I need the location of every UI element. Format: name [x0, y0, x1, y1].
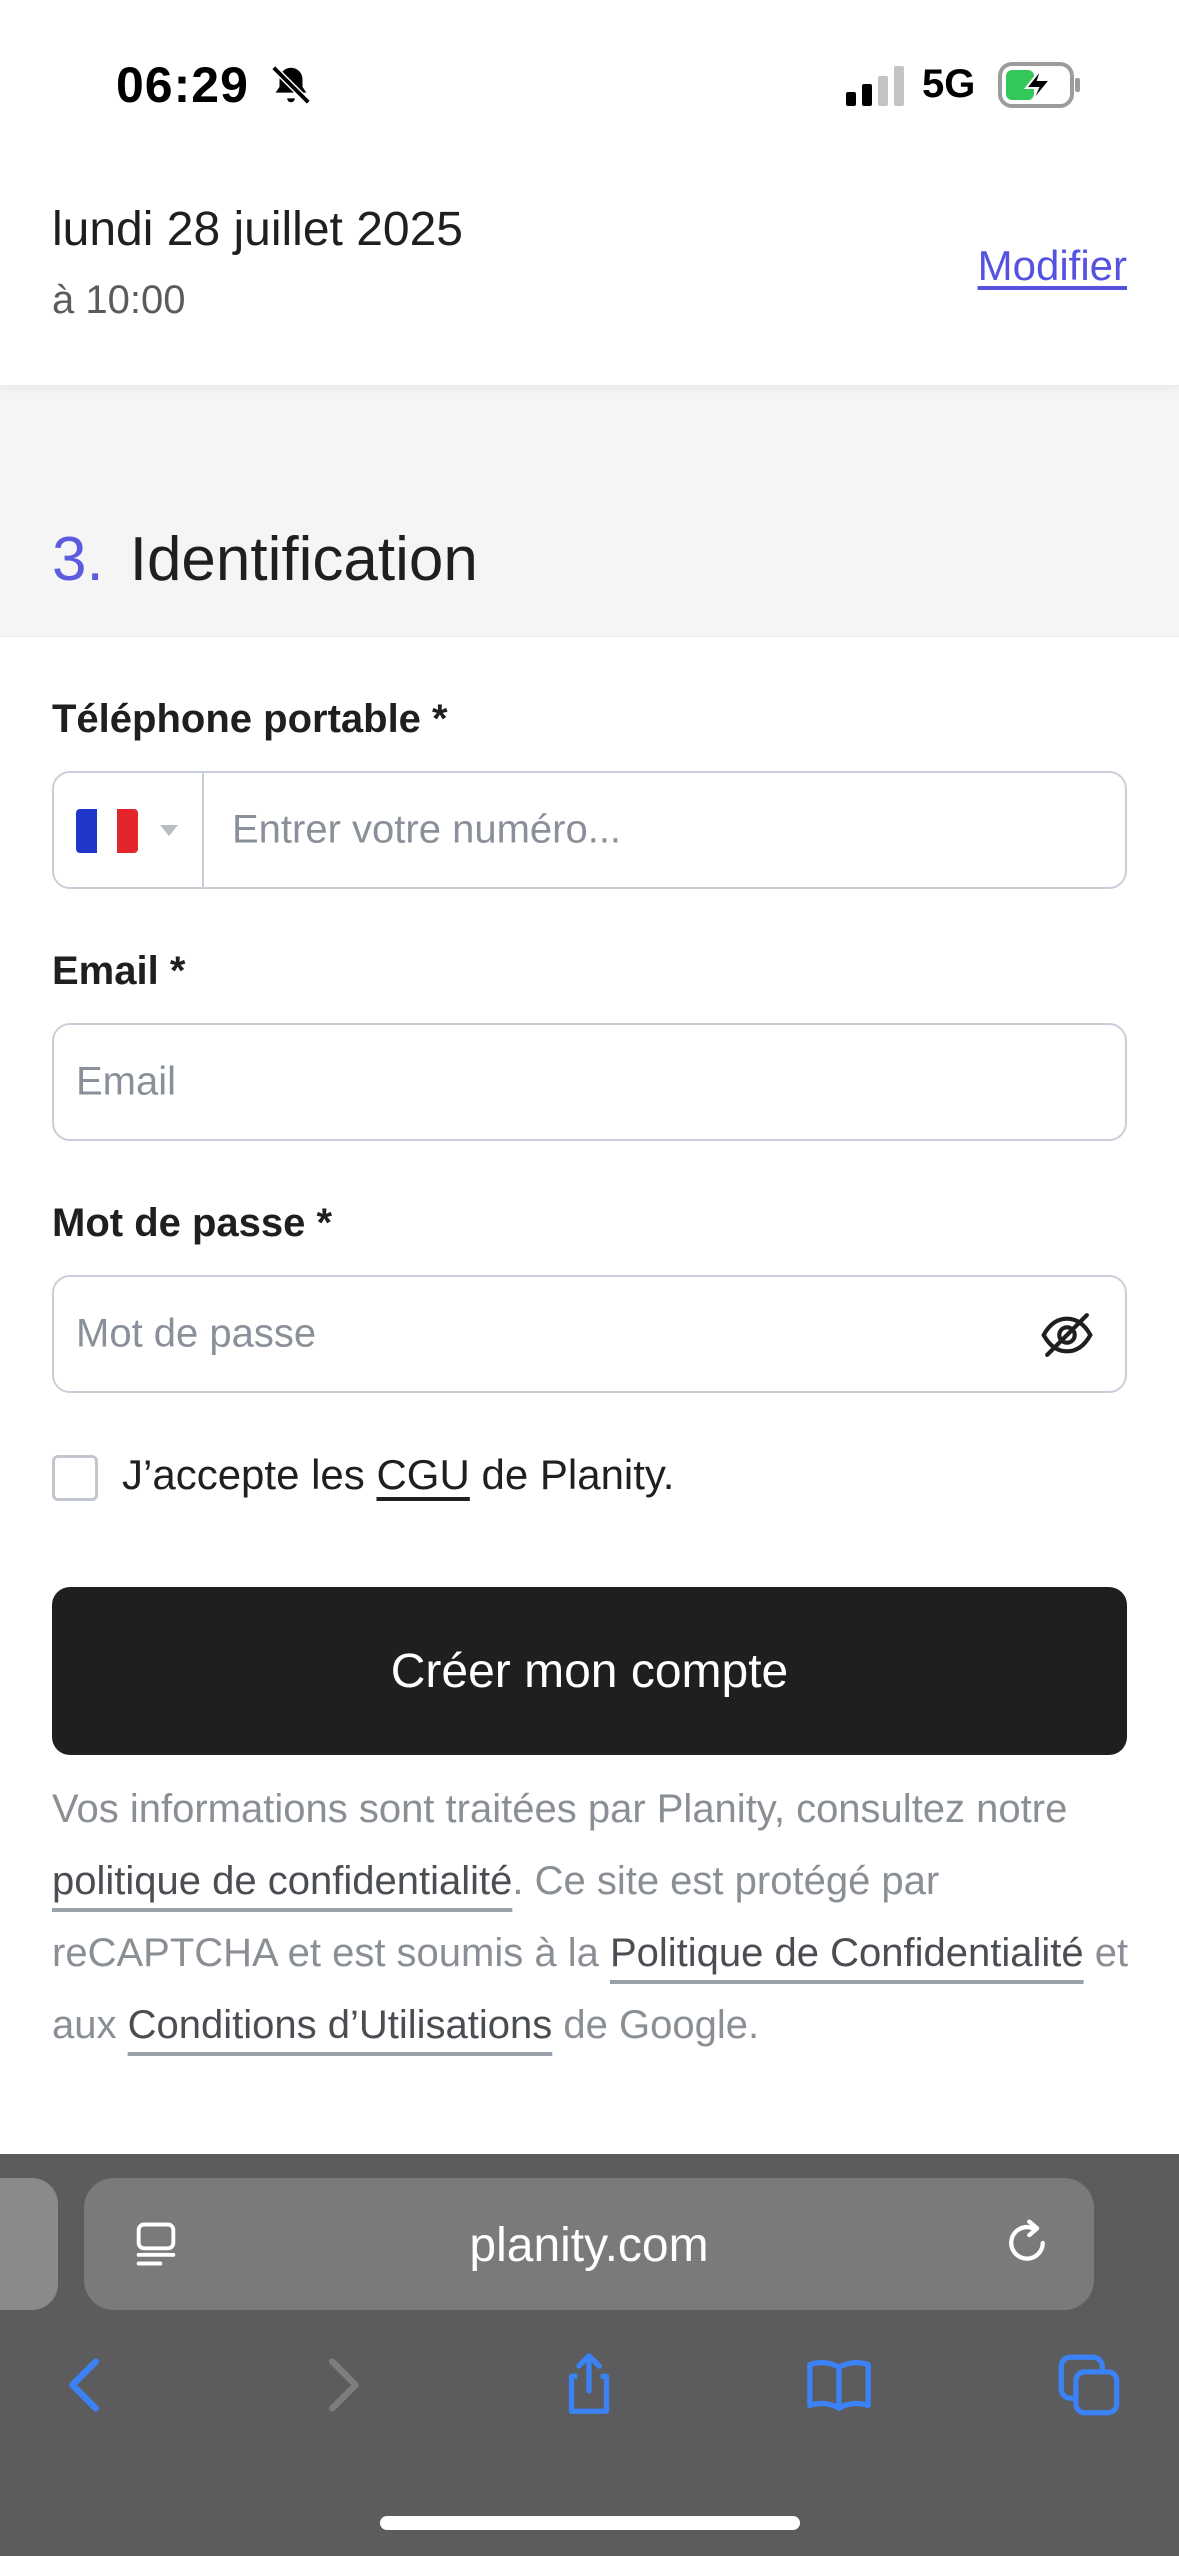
appointment-date: lundi 28 juillet 2025: [52, 203, 463, 256]
bookmarks-icon[interactable]: [804, 2350, 874, 2420]
section-header: 3. Identification: [52, 524, 478, 595]
password-label: Mot de passe *: [52, 1201, 333, 1245]
accept-prefix: J’accepte les: [122, 1451, 377, 1498]
accept-suffix: de Planity.: [469, 1451, 675, 1498]
privacy-policy-link[interactable]: politique de confidentialité: [52, 1859, 512, 1903]
country-selector[interactable]: [54, 773, 204, 887]
section-title: Identification: [129, 525, 478, 594]
eye-off-icon[interactable]: [1039, 1307, 1095, 1363]
home-indicator: [380, 2516, 800, 2530]
create-account-button[interactable]: Créer mon compte: [52, 1587, 1127, 1755]
bell-off-icon: [271, 65, 311, 105]
france-flag-icon: [76, 809, 138, 853]
accept-terms-checkbox[interactable]: [52, 1455, 98, 1501]
email-input[interactable]: Email: [76, 1060, 176, 1105]
chevron-down-icon: [160, 825, 178, 836]
reload-icon[interactable]: [1000, 2216, 1054, 2270]
share-icon[interactable]: [554, 2350, 624, 2420]
google-terms-link[interactable]: Conditions d’Utilisations: [128, 2003, 553, 2047]
phone-input[interactable]: Entrer votre numéro...: [232, 808, 621, 853]
back-icon[interactable]: [52, 2350, 122, 2420]
cgu-link[interactable]: CGU: [376, 1451, 469, 1498]
battery-charging-icon: [998, 62, 1080, 108]
accept-terms-label: J’accepte les CGU de Planity.: [122, 1451, 674, 1499]
status-bar: 06:29 5G: [0, 0, 1179, 176]
password-input[interactable]: Mot de passe: [76, 1312, 316, 1357]
password-field[interactable]: Mot de passe: [52, 1275, 1127, 1393]
network-label: 5G: [922, 62, 976, 106]
section-number: 3.: [52, 525, 104, 594]
browser-toolbar: planity.com: [0, 2154, 1179, 2556]
legal-text-1: Vos informations sont traitées par Plani…: [52, 1787, 1068, 1831]
address-bar[interactable]: planity.com: [84, 2178, 1094, 2310]
legal-text-4: de Google.: [552, 2003, 760, 2047]
phone-field: Entrer votre numéro...: [52, 771, 1127, 889]
legal-notice: Vos informations sont traitées par Plani…: [52, 1773, 1132, 2061]
tabs-icon[interactable]: [1054, 2350, 1124, 2420]
phone-label: Téléphone portable *: [52, 697, 448, 741]
modify-link[interactable]: Modifier: [978, 242, 1127, 290]
identification-form: Téléphone portable * Entrer votre numéro…: [0, 636, 1179, 2156]
forward-icon[interactable]: [306, 2350, 376, 2420]
google-privacy-link[interactable]: Politique de Confidentialité: [610, 1931, 1084, 1975]
email-field[interactable]: Email: [52, 1023, 1127, 1141]
status-time: 06:29: [116, 57, 249, 113]
signal-icon: [846, 66, 904, 106]
url-text: planity.com: [469, 2219, 709, 2272]
appointment-time: à 10:00: [52, 278, 186, 322]
email-label: Email *: [52, 949, 186, 993]
appointment-card: lundi 28 juillet 2025 à 10:00 Modifier: [0, 176, 1179, 386]
previous-tab-preview[interactable]: [0, 2178, 58, 2310]
